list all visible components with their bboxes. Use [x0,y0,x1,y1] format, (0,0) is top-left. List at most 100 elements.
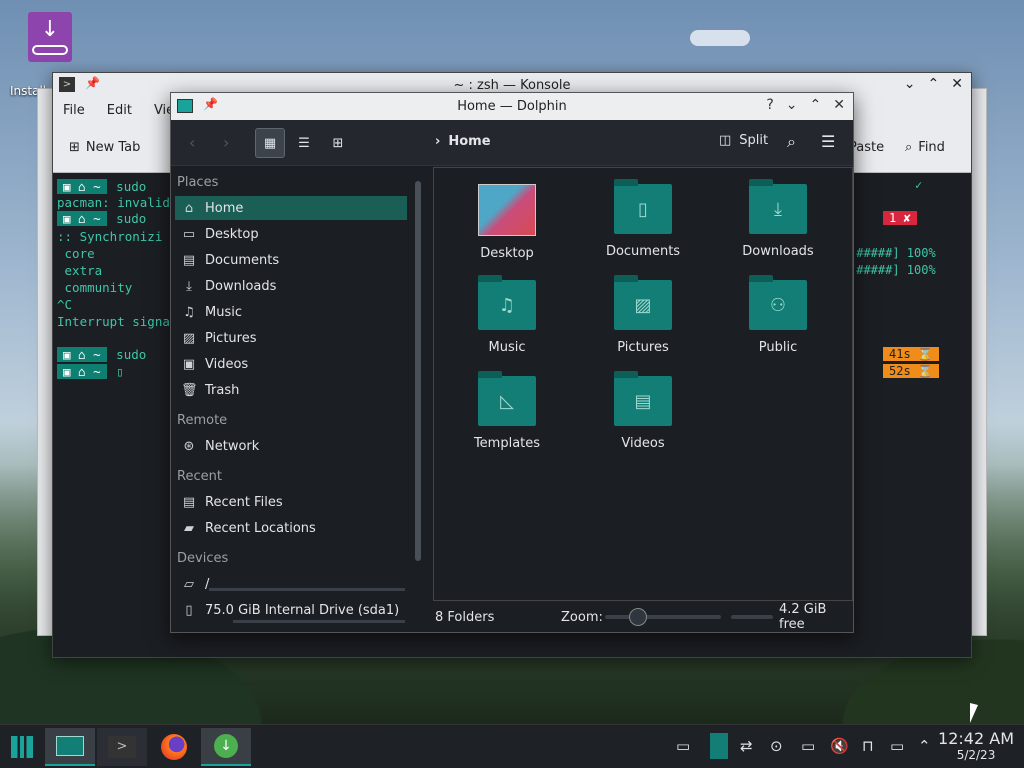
places-item-trash[interactable]: 🗑 Trash [175,378,407,402]
desktop-icon: ▭ [182,226,196,242]
taskbar: > ↓ ▭ ⇄ ⊙ ▭ 🔇 ⊓ ▭ ⌃ 12:42 AM 5/2/23 [0,724,1024,768]
places-heading: Places [177,175,219,190]
device-item-sda1[interactable]: ▯ 75.0 GiB Internal Drive (sda1) [175,598,407,623]
clock-time: 12:42 AM [938,729,1014,748]
icons-view-button[interactable]: ▦ [255,128,285,158]
wallpaper-cloud [690,30,750,46]
places-item-music[interactable]: ♫ Music [175,300,407,324]
terminal-tray-icon[interactable]: ▭ [801,737,815,755]
forward-icon[interactable]: › [223,133,229,152]
folder-templates[interactable]: ◺ Templates [452,371,562,451]
folder-documents[interactable]: ▯ Documents [588,179,698,259]
folder-desktop[interactable]: Desktop [452,184,562,261]
dolphin-title: Home — Dolphin [457,99,567,114]
home-icon: ⌂ [184,200,194,216]
error-badge: 1 ✘ [883,211,917,225]
places-scrollbar[interactable] [415,181,421,561]
task-installer[interactable]: ↓ [201,728,251,766]
file-view[interactable]: Desktop ▯ Documents ⤓ Downloads ♫ Music … [433,167,853,601]
show-desktop-icon[interactable]: ▭ [676,737,690,755]
back-icon[interactable]: ‹ [189,133,195,152]
video-icon: ▣ [182,356,196,372]
templates-folder-icon: ◺ [478,371,536,426]
terminal-line: ^C [57,297,73,312]
download-icon: ⤓ [186,278,192,294]
device-item-root[interactable]: ▱ / [175,572,407,596]
clock[interactable]: 12:42 AM 5/2/23 [938,729,1014,762]
breadcrumb[interactable]: › Home [435,134,491,149]
places-item-desktop[interactable]: ▭ Desktop [175,222,407,246]
search-icon: ⌕ [905,140,913,155]
terminal-line: extra [57,263,103,278]
help-icon[interactable]: ? [766,97,773,113]
remote-heading: Remote [177,413,228,428]
update-icon[interactable]: ⊙ [770,737,783,755]
task-dolphin[interactable] [45,728,95,766]
paste-button[interactable]: Paste [849,140,884,155]
manjaro-logo-icon [11,736,33,758]
places-item-recent-locations[interactable]: ▰ Recent Locations [175,516,407,540]
places-item-downloads[interactable]: ⤓ Downloads [175,274,407,298]
close-icon[interactable]: ✕ [951,76,963,92]
folder-music[interactable]: ♫ Music [452,275,562,355]
display-icon[interactable]: ▭ [890,737,904,755]
maximize-icon[interactable]: ⌃ [810,97,822,113]
search-icon[interactable]: ⌕ [787,132,796,152]
desktop-folder-icon [478,184,536,236]
application-launcher[interactable] [0,728,44,766]
terminal-prompt: ▣ ⌂ ~ sudo [57,211,146,226]
konsole-title: ~ : zsh — Konsole [453,77,571,93]
places-item-recent-files[interactable]: ▤ Recent Files [175,490,407,514]
places-item-network[interactable]: ⊛ Network [175,434,407,458]
music-icon: ♫ [183,304,195,320]
minimize-icon[interactable]: ⌄ [904,76,916,92]
pager-icon[interactable] [710,733,728,763]
menu-file[interactable]: File [63,103,85,118]
timer-badge: 41s ⌛ [883,347,939,361]
tree-view-button[interactable]: ⊞ [323,128,353,158]
details-view-button[interactable]: ☰ [289,128,319,158]
chevron-right-icon: › [435,134,441,149]
terminal-icon: > [108,736,136,758]
places-item-pictures[interactable]: ▨ Pictures [175,326,407,350]
folder-count: 8 Folders [435,609,495,625]
places-item-documents[interactable]: ▤ Documents [175,248,407,272]
hamburger-menu-icon[interactable]: ☰ [821,132,835,151]
terminal-line: Interrupt signa [57,314,170,329]
clock-date: 5/2/23 [956,748,996,762]
places-item-home[interactable]: ⌂ Home [175,196,407,220]
dolphin-window[interactable]: 📌 Home — Dolphin ? ⌄ ⌃ ✕ ‹ › ▦ ☰ ⊞ › Hom… [170,92,854,633]
menu-edit[interactable]: Edit [107,103,132,118]
places-item-videos[interactable]: ▣ Videos [175,352,407,376]
music-folder-icon: ♫ [478,275,536,330]
terminal-prompt: ▣ ⌂ ~ ▯ [57,364,124,379]
find-button[interactable]: ⌕ Find [905,140,945,155]
list-icon: ☰ [298,135,310,151]
new-tab-button[interactable]: ⊞ New Tab [69,140,140,155]
mouse-cursor-icon [970,703,978,723]
usb-icon[interactable]: ⊓ [862,737,874,755]
folder-public[interactable]: ⚇ Public [723,275,833,355]
progress-text: [#####] 100% [849,246,936,260]
network-tray-icon[interactable]: ⇄ [740,737,753,755]
zoom-slider-handle[interactable] [629,608,647,626]
status-bar: 8 Folders Zoom: 4.2 GiB free [433,602,853,632]
zoom-slider-track[interactable] [605,615,721,619]
chevron-up-icon[interactable]: ⌃ [918,737,931,755]
breadcrumb-home[interactable]: Home [448,134,490,149]
progress-text: [#####] 100% [849,263,936,277]
split-button[interactable]: ◫ Split [719,133,768,148]
close-icon[interactable]: ✕ [833,97,845,113]
minimize-icon[interactable]: ⌄ [786,97,798,113]
picture-icon: ▨ [182,330,196,346]
task-konsole[interactable]: > [97,728,147,766]
maximize-icon[interactable]: ⌃ [928,76,940,92]
dolphin-titlebar[interactable]: 📌 Home — Dolphin ? ⌄ ⌃ ✕ [171,93,853,120]
task-firefox[interactable] [149,728,199,766]
trash-icon: 🗑 [181,382,198,398]
free-space-bar [731,615,773,619]
folder-pictures[interactable]: ▨ Pictures [588,275,698,355]
folder-downloads[interactable]: ⤓ Downloads [723,179,833,259]
folder-videos[interactable]: ▤ Videos [588,371,698,451]
volume-muted-icon[interactable]: 🔇 [830,737,849,755]
